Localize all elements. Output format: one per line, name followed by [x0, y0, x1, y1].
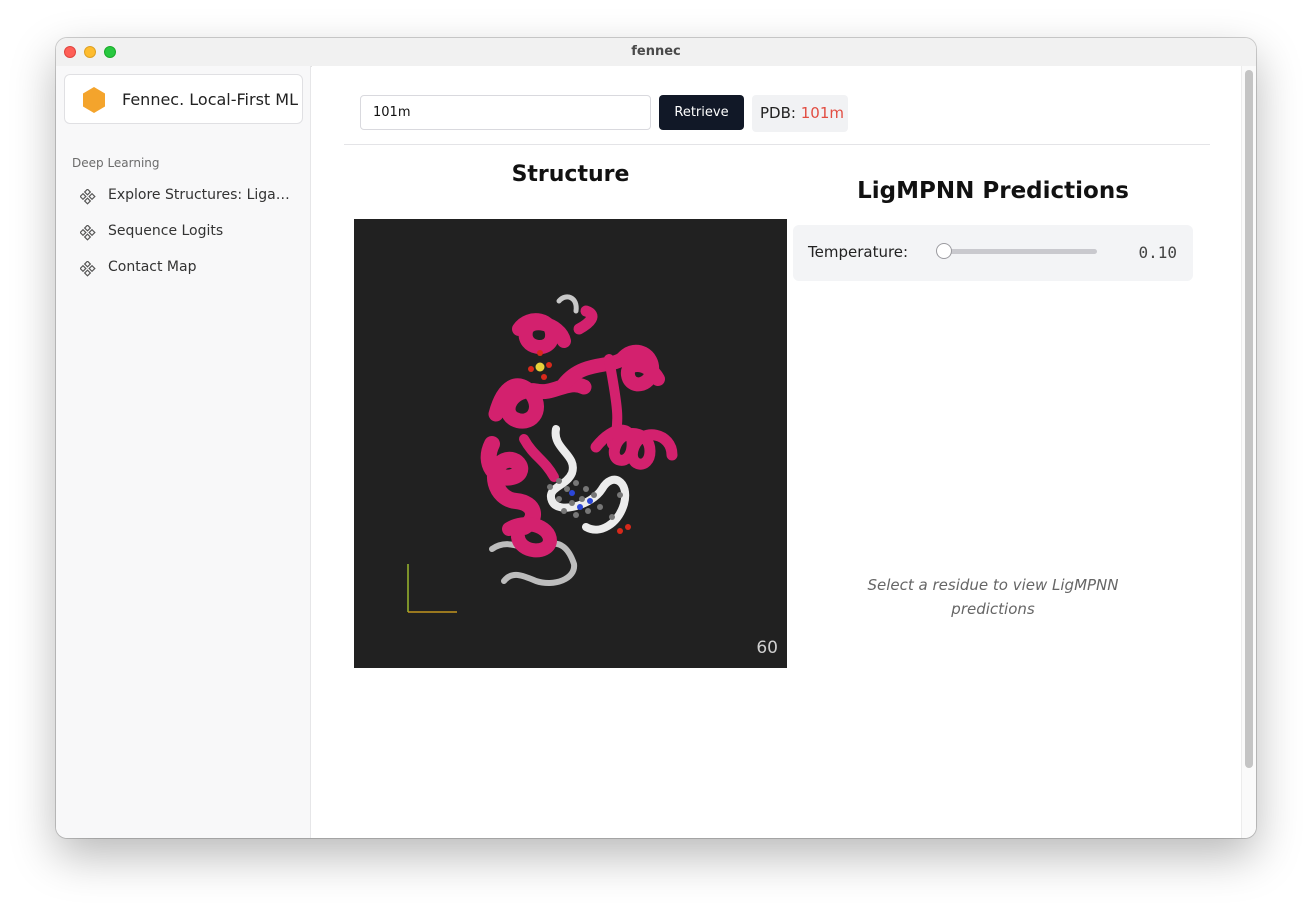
temperature-panel: Temperature: 0.10 — [793, 225, 1193, 281]
temperature-slider-thumb[interactable] — [936, 243, 952, 259]
sidebar-item-sequence-logits[interactable]: Sequence Logits — [76, 218, 301, 246]
app-window: fennec Fennec. Local-First ML Deep Learn… — [56, 38, 1256, 838]
brand-card[interactable]: Fennec. Local-First ML — [64, 74, 303, 124]
pdb-code: 101m — [800, 104, 844, 122]
retrieve-button[interactable]: Retrieve — [659, 95, 744, 130]
protein-structure-render[interactable] — [354, 219, 787, 668]
grid-icon — [80, 225, 96, 241]
pdb-prefix: PDB: — [760, 104, 796, 122]
pdb-search-input[interactable] — [360, 95, 651, 130]
temperature-slider[interactable] — [937, 249, 1097, 254]
vertical-scrollbar[interactable] — [1241, 66, 1256, 838]
sidebar-item-label: Sequence Logits — [108, 223, 224, 239]
sidebar-item-label: Contact Map — [108, 259, 197, 275]
structure-viewer[interactable]: 60 — [354, 219, 787, 668]
structure-heading: Structure — [511, 162, 630, 187]
sidebar-item-label: Explore Structures: Ligand… — [108, 187, 293, 203]
temperature-value: 0.10 — [1138, 243, 1177, 262]
sidebar-item-explore-structures[interactable]: Explore Structures: Ligand… — [76, 182, 301, 210]
title-bar: fennec — [56, 38, 1256, 67]
temperature-label: Temperature: — [808, 243, 909, 261]
brand-name: Fennec. Local-First ML — [122, 90, 298, 109]
grid-icon — [80, 261, 96, 277]
main-content: Retrieve PDB: 101m Structure — [312, 66, 1241, 838]
grid-icon — [80, 189, 96, 205]
section-label-deep-learning: Deep Learning — [72, 156, 160, 170]
pdb-badge: PDB: 101m — [752, 95, 848, 132]
window-title: fennec — [631, 44, 681, 59]
toolbar-divider — [344, 144, 1210, 145]
sidebar-item-contact-map[interactable]: Contact Map — [76, 254, 301, 282]
scrollbar-thumb[interactable] — [1245, 70, 1253, 768]
sidebar: Fennec. Local-First ML Deep Learning Exp… — [56, 66, 311, 838]
ligmpnn-heading: LigMPNN Predictions — [857, 178, 1129, 204]
hexagon-logo-icon — [83, 87, 105, 113]
fps-counter: 60 — [756, 638, 778, 658]
empty-state-message: Select a residue to view LigMPNN predict… — [867, 576, 1119, 618]
